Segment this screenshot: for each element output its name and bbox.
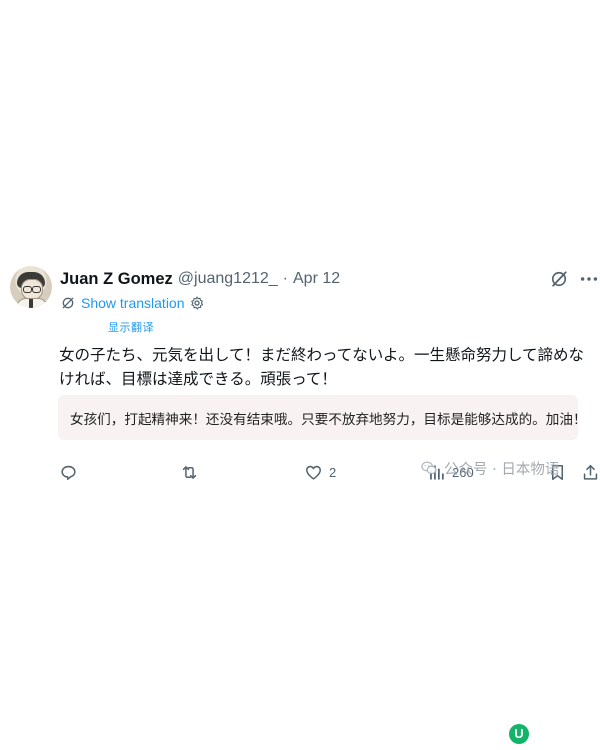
translated-text: 女孩们，打起精神来！还没有结束哦。只要不放弃地努力，目标是能够达成的。加油！ <box>70 411 587 428</box>
leaf-icon <box>62 297 74 309</box>
retweet-button[interactable] <box>180 461 205 483</box>
avatar[interactable] <box>10 266 52 308</box>
like-count: 2 <box>329 464 337 480</box>
tweet-text: 女の子たち、元気を出して！まだ終わってないよ。一生懸命努力して諦めなければ、目標… <box>59 346 584 388</box>
user-handle[interactable]: @juang1212_ <box>178 270 278 288</box>
more-icon[interactable] <box>578 268 600 290</box>
separator-dot: · <box>282 270 288 287</box>
display-name[interactable]: Juan Z Gomez <box>60 270 173 289</box>
show-translation-row[interactable]: Show translation <box>60 293 205 313</box>
like-icon <box>306 465 321 480</box>
retweet-icon <box>182 465 197 479</box>
watermark: 公众号 · 日本物语 <box>420 457 559 479</box>
show-translation-link[interactable]: Show translation <box>81 295 185 311</box>
wechat-icon <box>421 461 437 475</box>
settings-icon[interactable] <box>189 295 205 311</box>
tweet-header: Juan Z Gomez @juang1212_ · Apr 12 <box>60 268 340 290</box>
tweet-date[interactable]: Apr 12 <box>293 270 340 288</box>
reply-button[interactable] <box>59 461 84 483</box>
watermark-text: 公众号 · 日本物语 <box>444 461 560 478</box>
like-button[interactable]: 2 <box>304 461 336 483</box>
reply-icon <box>61 465 76 480</box>
share-icon <box>583 464 598 480</box>
share-button[interactable] <box>581 461 600 483</box>
corner-badge: U <box>509 724 529 744</box>
translation-caption: 显示翻译 <box>108 321 154 334</box>
grok-icon[interactable] <box>549 269 569 289</box>
translation-box: 女孩们，打起精神来！还没有结束哦。只要不放弃地努力，目标是能够达成的。加油！ <box>58 395 587 440</box>
